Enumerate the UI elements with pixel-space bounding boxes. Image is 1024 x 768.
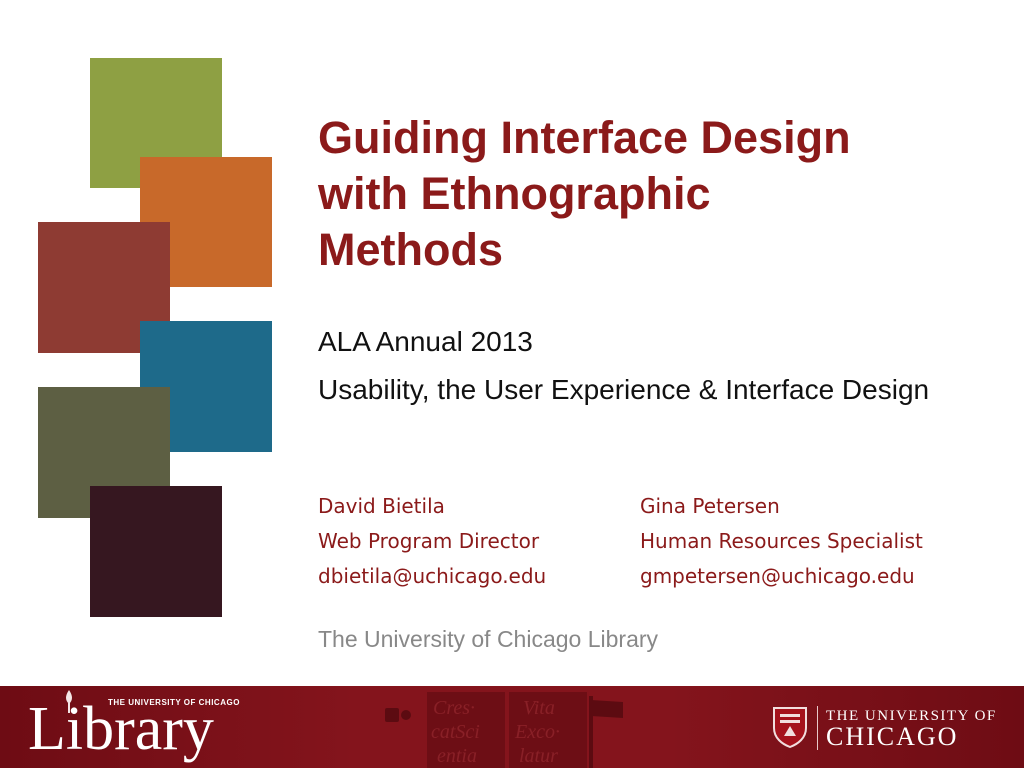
svg-text:entia: entia bbox=[437, 745, 477, 767]
presenter-email: dbietila@uchicago.edu bbox=[318, 564, 547, 588]
slide-title-line: with Ethnographic bbox=[318, 168, 711, 219]
library-logo-word: Library bbox=[28, 695, 214, 763]
slide: Guiding Interface Design with Ethnograph… bbox=[0, 0, 1024, 768]
presenter-name: Gina Petersen bbox=[640, 494, 780, 518]
svg-text:Vita: Vita bbox=[523, 697, 555, 719]
presenter-role: Human Resources Specialist bbox=[640, 529, 923, 553]
decorative-square-plum bbox=[90, 486, 222, 617]
university-logo-divider bbox=[817, 706, 818, 750]
presenter-name: David Bietila bbox=[318, 494, 445, 518]
presenter-1: David Bietila Web Program Director dbiet… bbox=[318, 489, 546, 594]
session-name: Usability, the User Experience & Interfa… bbox=[318, 374, 930, 405]
presenter-email: gmpetersen@uchicago.edu bbox=[640, 564, 915, 588]
university-logo-bottom: CHICAGO bbox=[826, 722, 959, 751]
svg-text:Cres·: Cres· bbox=[433, 697, 475, 719]
presenter-2: Gina Petersen Human Resources Specialist… bbox=[640, 489, 923, 594]
svg-text:catSci: catSci bbox=[431, 721, 480, 743]
slide-title-line: Guiding Interface Design bbox=[318, 112, 851, 163]
university-logo: THE UNIVERSITY OF CHICAGO bbox=[770, 700, 1010, 756]
svg-text:latur: latur bbox=[519, 745, 558, 767]
slide-title-line: Methods bbox=[318, 224, 503, 275]
library-logo: THE UNIVERSITY OF CHICAGO Library bbox=[28, 690, 248, 764]
motto-watermark: Cres· catSci entia Vita Exco· latur bbox=[385, 692, 623, 768]
presenter-role: Web Program Director bbox=[318, 529, 540, 553]
organization-name: The University of Chicago Library bbox=[318, 626, 659, 652]
slide-title: Guiding Interface Design with Ethnograph… bbox=[318, 110, 998, 278]
conference-name: ALA Annual 2013 bbox=[318, 326, 533, 357]
university-shield-icon bbox=[773, 707, 807, 748]
svg-text:Exco·: Exco· bbox=[514, 721, 560, 743]
